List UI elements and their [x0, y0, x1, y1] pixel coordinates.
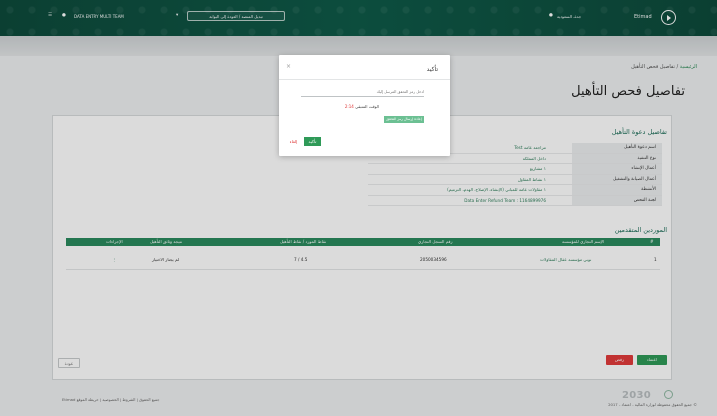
countdown-label: الوقت المتبقي [355, 104, 379, 109]
otp-countdown: الوقت المتبقي 2:14 [345, 104, 379, 109]
modal-title: تأكيد [426, 66, 438, 73]
countdown-value: 2:14 [344, 104, 354, 109]
otp-confirm-modal: × تأكيد الوقت المتبقي 2:14 إعادة إرسال ر… [279, 55, 450, 156]
cancel-button[interactable]: إلغاء [286, 137, 301, 146]
resend-otp-button[interactable]: إعادة إرسال رمز التحقق [384, 116, 424, 123]
close-icon[interactable]: × [286, 63, 291, 70]
confirm-button[interactable]: تأكيد [304, 137, 321, 146]
otp-input[interactable] [301, 88, 424, 97]
modal-divider [279, 79, 450, 80]
